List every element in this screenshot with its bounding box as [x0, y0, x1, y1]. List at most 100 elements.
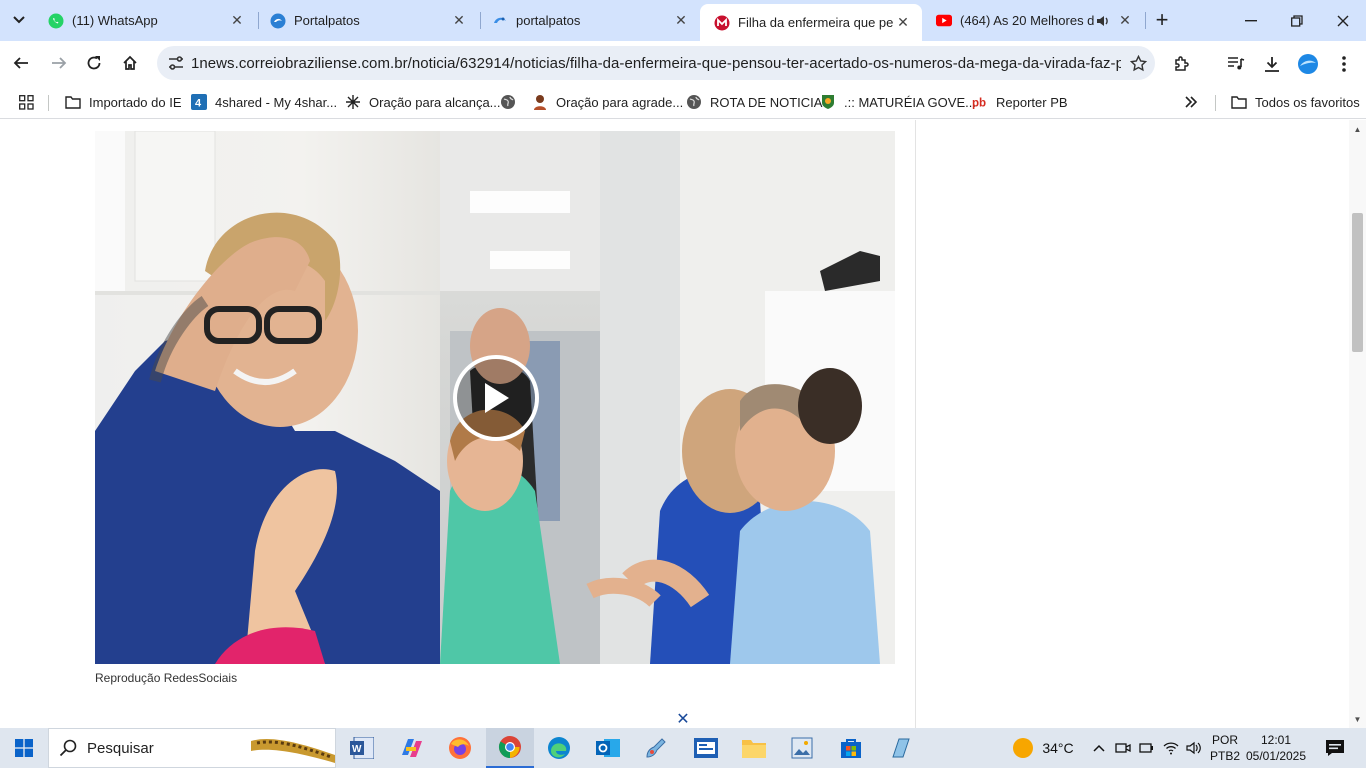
tab-whatsapp[interactable]: (11) WhatsApp ✕ [34, 0, 256, 41]
tray-volume-icon[interactable] [1184, 728, 1204, 768]
bookmark-4shared[interactable]: 4 4shared - My 4shar... [191, 90, 337, 114]
taskbar-chrome-app[interactable] [486, 728, 534, 768]
taskbar-search[interactable]: Pesquisar [48, 728, 336, 768]
sparkle-icon [345, 94, 361, 110]
downloads-button[interactable] [1258, 50, 1286, 78]
taskbar-outlook-app[interactable] [584, 728, 632, 768]
playlist-music-icon [1228, 57, 1245, 70]
taskbar-store-app[interactable] [827, 728, 875, 768]
minimize-button[interactable] [1228, 0, 1274, 41]
tray-overflow-button[interactable] [1088, 728, 1110, 768]
bookmark-label: .:: MATURÉIA GOVE... [844, 94, 976, 110]
apps-button[interactable] [18, 90, 42, 114]
taskbar-paint-app[interactable] [632, 728, 680, 768]
close-icon[interactable]: ✕ [450, 12, 468, 30]
weather-widget[interactable]: 34°C [1003, 728, 1083, 768]
browser-toolbar: 1news.correiobraziliense.com.br/noticia/… [0, 41, 1366, 86]
forward-button[interactable] [44, 48, 74, 78]
reload-icon [87, 56, 101, 70]
taskbar-news-app[interactable] [682, 728, 730, 768]
tab-title: portalpatos [516, 13, 581, 28]
video-player[interactable] [95, 131, 895, 664]
chevron-up-icon [1093, 744, 1105, 752]
bookmark-reporter-pb[interactable]: pb Reporter PB [972, 90, 1068, 114]
close-icon[interactable]: ✕ [672, 12, 690, 30]
close-window-button[interactable] [1320, 0, 1366, 41]
tab-separator [1145, 12, 1146, 29]
restore-icon [1291, 14, 1303, 27]
taskbar-copilot-app[interactable] [388, 728, 436, 768]
restore-button[interactable] [1274, 0, 1320, 41]
tab-youtube[interactable]: (464) As 20 Melhores de ✕ [922, 0, 1144, 41]
site-info-icon[interactable] [161, 56, 191, 70]
image-caption: Reprodução RedesSociais [95, 671, 238, 685]
language-indicator[interactable]: POR PTB2 [1208, 728, 1242, 768]
home-button[interactable] [115, 48, 145, 78]
reload-button[interactable] [79, 48, 109, 78]
back-button[interactable] [6, 48, 36, 78]
tab-portalpatos[interactable]: Portalpatos ✕ [256, 0, 478, 41]
notification-icon [1326, 740, 1344, 756]
chevron-double-right-icon [1183, 94, 1199, 110]
bookmark-globe[interactable] [500, 90, 524, 114]
close-icon[interactable]: ✕ [228, 12, 246, 30]
new-tab-button[interactable]: + [1149, 7, 1175, 33]
minimize-icon [1245, 19, 1257, 21]
scroll-down-icon[interactable]: ▼ [1349, 712, 1366, 726]
search-highlight-image [251, 738, 335, 763]
menu-button[interactable] [1330, 50, 1358, 78]
globe-icon [500, 94, 516, 110]
bookmark-star-icon[interactable] [1121, 54, 1155, 72]
play-button[interactable] [453, 355, 539, 441]
taskbar-file-explorer-app[interactable] [730, 728, 778, 768]
whatsapp-icon [48, 13, 64, 29]
ad-close-button[interactable]: ✕ [674, 710, 692, 728]
svg-text:pb: pb [972, 97, 986, 109]
scroll-up-icon[interactable]: ▲ [1349, 122, 1366, 136]
bookmark-oracao-alcancar[interactable]: Oração para alcança... [345, 90, 501, 114]
tab-correio-active[interactable]: Filha da enfermeira que pen ✕ [700, 4, 922, 41]
speaker-icon[interactable] [1094, 12, 1112, 30]
close-icon[interactable]: ✕ [1116, 12, 1134, 30]
bookmark-label: Importado do IE [89, 94, 182, 110]
profile-button[interactable] [1294, 50, 1322, 78]
4shared-icon: 4 [191, 94, 207, 110]
media-control-button[interactable] [1222, 50, 1250, 78]
tray-wifi-icon[interactable] [1161, 728, 1181, 768]
svg-text:4: 4 [195, 98, 202, 110]
wifi-icon [1163, 742, 1179, 755]
bookmark-oracao-agradecer[interactable]: Oração para agrade... [532, 90, 683, 114]
arrow-right-icon [52, 57, 67, 69]
extensions-button[interactable] [1168, 50, 1196, 78]
address-bar[interactable]: 1news.correiobraziliense.com.br/noticia/… [157, 46, 1155, 80]
arrow-left-icon [13, 57, 28, 69]
notifications-button[interactable] [1318, 728, 1352, 768]
tab-portalpatos-2[interactable]: portalpatos ✕ [478, 0, 700, 41]
taskbar-firefox-app[interactable] [436, 728, 484, 768]
page-scrollbar[interactable]: ▲ ▼ [1349, 120, 1366, 728]
bookmark-rota-noticia[interactable]: ROTA DE NOTICIA [686, 90, 822, 114]
globe-icon [686, 94, 702, 110]
tab-search-button[interactable] [6, 6, 32, 34]
taskbar-edge-app[interactable] [535, 728, 583, 768]
taskbar-photos-app[interactable] [778, 728, 826, 768]
more-bookmarks-button[interactable] [1183, 90, 1207, 114]
folder-icon [1231, 94, 1247, 110]
clock-time: 12:01 [1260, 733, 1292, 747]
svg-text:W: W [352, 744, 362, 755]
bookmark-matureia[interactable]: .:: MATURÉIA GOVE... [820, 90, 976, 114]
apps-grid-icon [18, 94, 34, 110]
tray-meet-icon[interactable] [1113, 728, 1133, 768]
close-icon[interactable]: ✕ [894, 14, 912, 32]
clock[interactable]: 12:01 05/01/2025 [1244, 728, 1308, 768]
tray-power-icon[interactable] [1137, 728, 1157, 768]
all-bookmarks-button[interactable]: Todos os favoritos [1231, 90, 1360, 114]
start-button[interactable] [0, 728, 48, 768]
edge-icon [548, 737, 570, 759]
taskbar-word-app[interactable]: W [338, 728, 386, 768]
scroll-thumb[interactable] [1352, 213, 1363, 352]
taskbar-app-extra[interactable] [876, 728, 924, 768]
crest-icon [820, 94, 836, 110]
bookmark-importado-ie[interactable]: Importado do IE [65, 90, 182, 114]
news-icon [694, 738, 718, 758]
